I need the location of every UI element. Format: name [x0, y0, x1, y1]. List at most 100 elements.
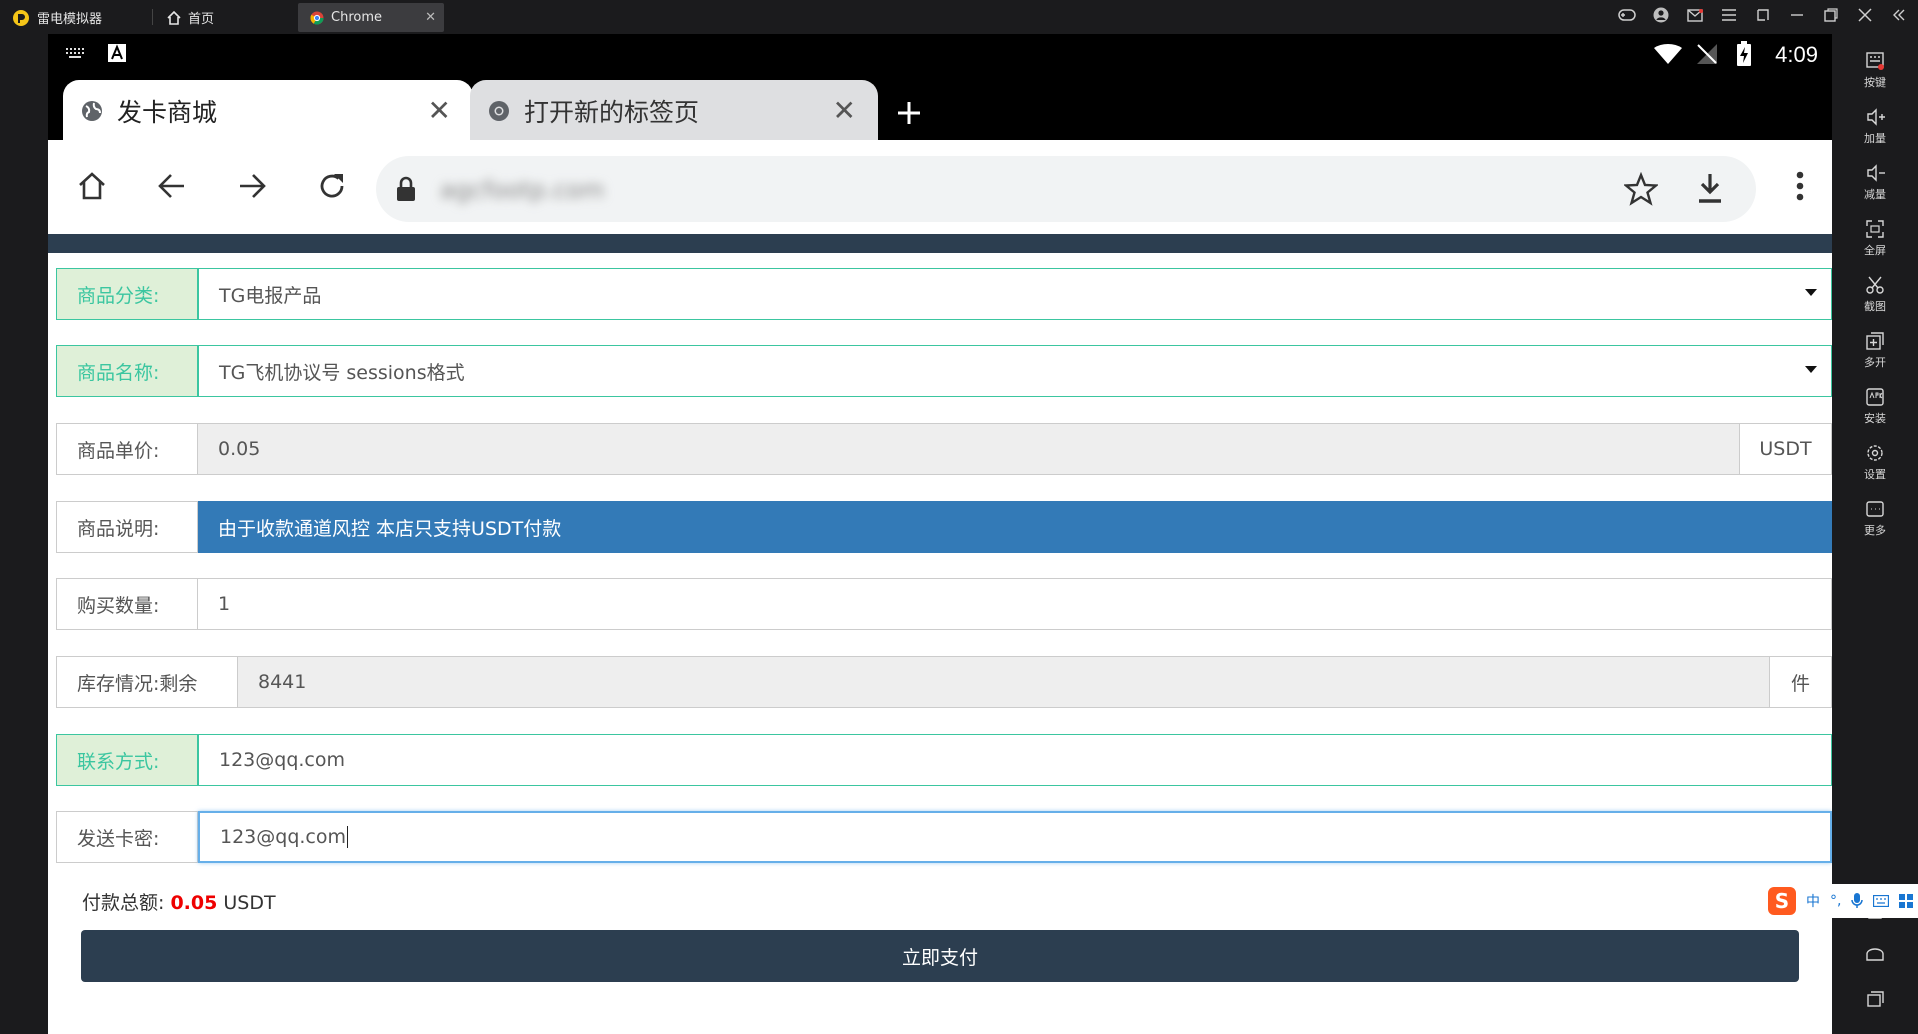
sidebar-item-fullscreen[interactable]: 全屏	[1832, 218, 1918, 258]
product-label: 商品名称:	[56, 345, 198, 397]
product-value: TG飞机协议号 sessions格式	[219, 361, 465, 384]
volume-up-icon	[1867, 108, 1885, 126]
browser-tab-title: 打开新的标签页	[524, 98, 700, 127]
close-tab-icon[interactable]: ✕	[833, 94, 856, 127]
emulator-tab-label: 首页	[188, 12, 215, 27]
sidebar-item-keys[interactable]: 按键	[1832, 50, 1918, 90]
sidebar-item-label: 多开	[1864, 356, 1886, 369]
keyboard-indicator-icon	[66, 48, 84, 58]
sidebar-item-install[interactable]: 安装	[1832, 386, 1918, 426]
sidebar-item-volume-down[interactable]: 减量	[1832, 162, 1918, 202]
form-row-contact: 联系方式: 123@qq.com	[56, 734, 1832, 786]
reload-button[interactable]	[312, 166, 352, 206]
chrome-tab-icon	[489, 101, 509, 121]
sidebar-item-label: 按键	[1864, 76, 1886, 89]
keyboard-icon[interactable]	[1873, 895, 1890, 907]
browser-tab-active[interactable]: 发卡商城 ✕	[63, 80, 473, 142]
quantity-label: 购买数量:	[56, 578, 198, 630]
recents-icon	[1867, 991, 1884, 1007]
arrow-left-icon	[158, 174, 184, 198]
send-card-input[interactable]: 123@qq.com	[198, 811, 1832, 863]
forward-button[interactable]	[232, 166, 272, 206]
no-signal-icon	[1697, 44, 1717, 64]
font-indicator-icon	[108, 44, 126, 62]
microphone-icon[interactable]	[1851, 893, 1864, 909]
category-select[interactable]: TG电报产品	[198, 268, 1832, 320]
collapse-sidebar-icon[interactable]	[1890, 6, 1908, 24]
download-icon[interactable]	[1694, 172, 1726, 206]
send-card-value: 123@qq.com	[220, 826, 347, 848]
keyboard-icon	[1866, 52, 1884, 70]
payment-total: 付款总额: 0.05 USDT	[82, 888, 276, 915]
form-row-product: 商品名称: TG飞机协议号 sessions格式	[56, 345, 1832, 397]
close-tab-icon[interactable]: ✕	[428, 94, 451, 127]
price-label: 商品单价:	[56, 423, 198, 475]
emulator-app-name: 雷电模拟器	[37, 12, 103, 27]
sidebar-item-volume-up[interactable]: 加量	[1832, 106, 1918, 146]
sogou-logo-icon[interactable]: S	[1768, 887, 1796, 915]
home-icon	[167, 10, 181, 25]
minimize-icon[interactable]	[1788, 6, 1806, 24]
maximize-icon[interactable]	[1822, 6, 1840, 24]
ime-chinese-toggle[interactable]: 中	[1806, 891, 1820, 911]
plus-icon	[898, 102, 920, 124]
emulator-title-bar: 雷电模拟器 首页 Chrome ✕	[0, 0, 1918, 34]
chevron-down-icon	[1805, 289, 1817, 296]
menu-icon[interactable]	[1720, 6, 1738, 24]
star-icon[interactable]	[1624, 172, 1658, 206]
ime-toolbar: S 中 °,	[1762, 884, 1918, 918]
sidebar-item-label: 减量	[1864, 188, 1886, 201]
form-row-send-card: 发送卡密: 123@qq.com	[56, 811, 1832, 863]
total-label: 付款总额:	[82, 892, 165, 914]
android-screen: 4:09 发卡商城 ✕ 打开新的标签页 ✕ agcfootp.com 商品分类:…	[48, 34, 1832, 1034]
sidebar-item-more[interactable]: 更多	[1832, 498, 1918, 538]
emulator-app-tab[interactable]: 雷电模拟器	[0, 3, 150, 32]
mail-icon[interactable]	[1686, 6, 1704, 24]
sidebar-item-label: 安装	[1864, 412, 1886, 425]
pin-icon[interactable]	[1754, 6, 1772, 24]
form-row-price: 商品单价: 0.05 USDT	[56, 423, 1832, 475]
sidebar-recents-button[interactable]	[1832, 988, 1918, 1012]
price-value: 0.05	[218, 438, 261, 460]
emulator-tab-label: Chrome	[331, 10, 382, 25]
sidebar-item-multi-open[interactable]: 多开	[1832, 330, 1918, 370]
contact-value: 123@qq.com	[219, 749, 346, 771]
back-button[interactable]	[152, 166, 192, 206]
gamepad-icon[interactable]	[1618, 6, 1636, 24]
gear-icon	[1867, 445, 1883, 461]
new-tab-button[interactable]	[896, 94, 922, 135]
sidebar-item-screenshot[interactable]: 截图	[1832, 274, 1918, 314]
user-avatar-icon[interactable]	[1652, 6, 1670, 24]
menu-button[interactable]	[1780, 166, 1820, 206]
send-card-label: 发送卡密:	[56, 811, 198, 863]
price-unit: USDT	[1740, 423, 1832, 475]
address-bar[interactable]: agcfootp.com	[376, 156, 1756, 222]
close-icon[interactable]: ✕	[425, 10, 436, 25]
contact-label: 联系方式:	[56, 734, 198, 786]
contact-input[interactable]: 123@qq.com	[198, 734, 1832, 786]
home-button[interactable]	[72, 166, 112, 206]
battery-charging-icon	[1737, 41, 1751, 66]
sidebar-home-button[interactable]	[1832, 944, 1918, 968]
lock-icon	[397, 176, 415, 201]
emulator-tab-home[interactable]: 首页	[155, 3, 295, 32]
apk-icon	[1866, 388, 1884, 406]
sidebar-item-label: 设置	[1864, 468, 1886, 481]
sidebar-item-label: 加量	[1864, 132, 1886, 145]
browser-tab-strip: 发卡商城 ✕ 打开新的标签页 ✕	[48, 76, 1832, 142]
grid-apps-icon[interactable]	[1899, 894, 1914, 908]
quantity-input[interactable]: 1	[198, 578, 1832, 630]
home-icon	[79, 172, 105, 200]
sidebar-item-settings[interactable]: 设置	[1832, 442, 1918, 482]
ime-punctuation-toggle[interactable]: °,	[1830, 893, 1841, 909]
total-unit: USDT	[223, 892, 276, 914]
page-header-bar	[48, 234, 1832, 253]
product-select[interactable]: TG飞机协议号 sessions格式	[198, 345, 1832, 397]
pay-now-button[interactable]: 立即支付	[81, 930, 1799, 982]
close-window-icon[interactable]	[1856, 6, 1874, 24]
emulator-tab-chrome[interactable]: Chrome ✕	[298, 3, 444, 32]
stock-value: 8441	[258, 671, 307, 693]
chevron-down-icon	[1805, 366, 1817, 373]
stock-field: 8441	[238, 656, 1770, 708]
browser-tab-inactive[interactable]: 打开新的标签页 ✕	[470, 80, 878, 142]
